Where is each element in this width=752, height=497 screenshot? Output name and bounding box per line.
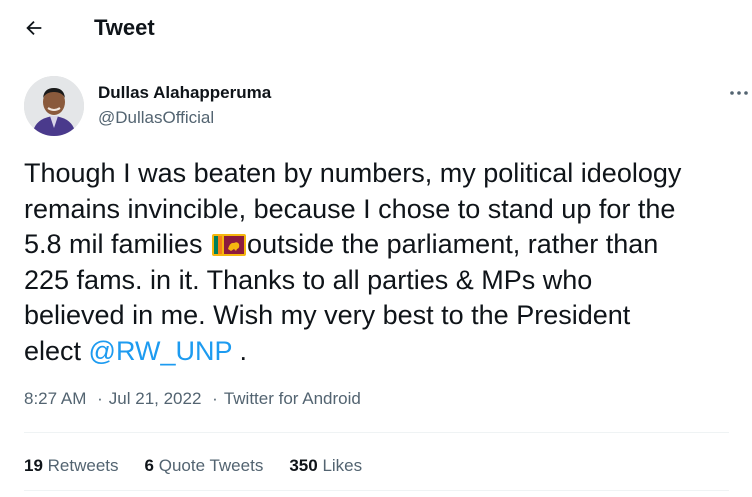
tweet-line: 225 fams. in it. Thanks to all parties &… bbox=[24, 264, 593, 295]
tweet-line: elect @RW_UNP . bbox=[24, 334, 739, 370]
retweets-stat[interactable]: 19 Retweets bbox=[24, 455, 119, 477]
engagement-stats: 19 Retweets 6 Quote Tweets 350 Likes bbox=[24, 455, 388, 477]
likes-stat[interactable]: 350 Likes bbox=[289, 455, 362, 477]
divider bbox=[24, 432, 729, 433]
separator: · bbox=[212, 389, 218, 408]
quote-tweets-label: Quote Tweets bbox=[158, 456, 264, 475]
quote-tweets-count: 6 bbox=[144, 456, 154, 475]
tweet-line: believed in me. Wish my very best to the… bbox=[24, 300, 631, 330]
divider bbox=[24, 490, 729, 491]
author-handle[interactable]: @DullasOfficial bbox=[98, 107, 214, 129]
tweet-time[interactable]: 8:27 AM bbox=[24, 389, 86, 408]
more-horizontal-icon bbox=[730, 91, 748, 95]
more-options-button[interactable] bbox=[724, 80, 752, 106]
page-title: Tweet bbox=[94, 15, 155, 40]
avatar[interactable] bbox=[24, 76, 84, 136]
author-block: Dullas Alahapperuma @DullasOfficial bbox=[24, 76, 748, 136]
mention-link[interactable]: @RW_UNP bbox=[89, 336, 232, 366]
back-button[interactable] bbox=[16, 10, 52, 46]
tweet-metadata: 8:27 AM · Jul 21, 2022 · Twitter for Andro… bbox=[24, 388, 361, 410]
tweet-line-segment: . bbox=[231, 335, 247, 366]
separator: · bbox=[97, 389, 103, 408]
retweets-count: 19 bbox=[24, 456, 43, 475]
tweet-line-segment: 5.8 mil families bbox=[24, 229, 211, 259]
user-avatar-photo bbox=[24, 76, 84, 136]
likes-label: Likes bbox=[322, 456, 363, 475]
tweet-text: Though I was beaten by numbers, my polit… bbox=[24, 156, 739, 369]
tweet-source[interactable]: Twitter for Android bbox=[224, 389, 361, 408]
likes-count: 350 bbox=[289, 456, 318, 475]
tweet-line-segment: elect bbox=[24, 335, 89, 366]
author-name[interactable]: Dullas Alahapperuma bbox=[98, 82, 271, 104]
arrow-left-icon bbox=[26, 20, 42, 36]
tweet-date[interactable]: Jul 21, 2022 bbox=[109, 389, 202, 408]
sri-lanka-flag-icon bbox=[212, 234, 247, 256]
tweet-line: 5.8 mil families outside the parliament,… bbox=[24, 227, 739, 263]
quote-tweets-stat[interactable]: 6 Quote Tweets bbox=[145, 455, 264, 477]
retweets-label: Retweets bbox=[47, 456, 119, 475]
tweet-line: Though I was beaten by numbers, my polit… bbox=[24, 158, 682, 188]
tweet-line-segment: outside the parliament, rather than bbox=[247, 229, 659, 259]
tweet-line: remains invincible, because I chose to s… bbox=[24, 193, 676, 224]
page-header: Tweet bbox=[0, 0, 752, 56]
